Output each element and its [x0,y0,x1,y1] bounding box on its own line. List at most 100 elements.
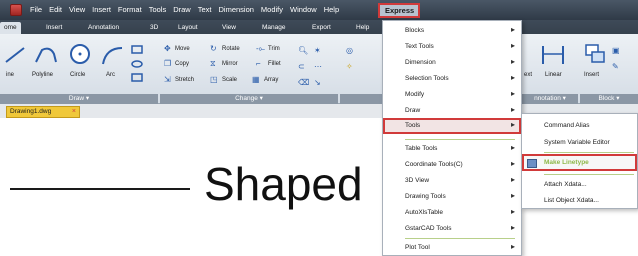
insert-block-icon[interactable] [584,42,606,66]
draw-shapes-icon[interactable] [130,44,144,84]
express-item-label: Plot Tool [405,244,430,251]
linetype-icon [527,159,537,168]
rotate-label[interactable]: Rotate [222,46,240,52]
application-button[interactable] [10,4,22,16]
express-item-dimension[interactable]: Dimension ▸ [383,55,521,71]
menu-edit[interactable]: Edit [49,5,62,15]
submenu-arrow-icon: ▸ [510,25,515,34]
tab-help[interactable]: Help [356,22,369,34]
menu-window[interactable]: Window [290,5,317,15]
draw-panel-title[interactable]: Draw ▾ [0,94,158,104]
express-item-label: Text Tools [405,43,434,50]
break-icon[interactable]: ⋯ [314,62,322,71]
layer-icon[interactable]: ◎ [346,46,353,55]
tab-insert[interactable]: Insert [46,22,62,34]
scale-label[interactable]: Scale [222,77,237,83]
tab-3d[interactable]: 3D [150,22,158,34]
express-item-label: Selection Tools [405,75,449,82]
fillet-label[interactable]: Fillet [268,61,281,67]
text-label[interactable]: ext [524,72,532,78]
layers-panel-title[interactable] [340,94,382,104]
submenu-item-attach-xdata[interactable]: Attach Xdata... [522,176,637,193]
linear-dimension-icon[interactable] [540,42,566,66]
menu-dimension[interactable]: Dimension [218,5,253,15]
submenu-item-list-object-xdata[interactable]: List Object Xdata... [522,192,637,209]
ribbon: ine Polyline Circle Arc Draw ▾ ✥ Move ↻ … [0,34,638,104]
tab-home[interactable]: ome [0,22,21,34]
submenu-arrow-icon: ▸ [510,57,515,66]
zoom-icon[interactable]: 🔍︎ [298,46,308,55]
express-item-text-tools[interactable]: Text Tools ▸ [383,39,521,55]
submenu-item-label: List Object Xdata... [544,197,599,204]
arc-icon[interactable] [100,44,124,66]
menu-draw[interactable]: Draw [173,5,191,15]
annotation-panel-title[interactable]: nnotation ▾ [522,94,578,104]
close-icon[interactable]: × [72,107,76,117]
arc-label: Arc [106,72,115,78]
submenu-item-label: Make Linetype [544,159,589,166]
menu-separator [405,238,515,239]
layer-state-icon[interactable]: ✧ [346,62,353,71]
express-item-label: Table Tools [405,145,438,152]
menu-file[interactable]: File [30,5,42,15]
line-icon[interactable] [4,44,26,66]
menu-help[interactable]: Help [324,5,339,15]
submenu-arrow-icon: ▸ [510,143,515,152]
change-panel-title[interactable]: Change ▾ [160,94,338,104]
menu-view[interactable]: View [69,5,85,15]
express-item-draw[interactable]: Draw ▸ [383,103,521,119]
erase-icon[interactable]: ⌫ [298,78,309,87]
express-item-coordinate-tools[interactable]: Coordinate Tools(C) ▸ [383,157,521,173]
move-label[interactable]: Move [175,46,190,52]
submenu-item-system-variable-editor[interactable]: System Variable Editor [522,134,637,151]
express-item-gstarcad-tools[interactable]: GstarCAD Tools ▸ [383,221,521,237]
menu-modify[interactable]: Modify [261,5,283,15]
express-item-modify[interactable]: Modify ▸ [383,87,521,103]
edit-block-icon[interactable]: ✎ [612,62,619,71]
express-item-plot-tool[interactable]: Plot Tool ▸ [383,240,521,256]
explode-icon[interactable]: ✶ [314,46,321,55]
express-item-label: GstarCAD Tools [405,225,452,232]
block-panel-title[interactable]: Block ▾ [580,94,638,104]
block-panel-title-label: Block [598,95,615,102]
submenu-arrow-icon: ▸ [510,223,515,232]
express-item-autoxlstable[interactable]: AutoXlsTable ▸ [383,205,521,221]
menu-format[interactable]: Format [118,5,142,15]
stretch-label[interactable]: Stretch [175,77,194,83]
submenu-arrow-icon: ▸ [510,120,515,129]
join-icon[interactable]: ↘ [314,78,321,87]
offset-icon[interactable]: ⊂ [298,62,305,71]
express-item-drawing-tools[interactable]: Drawing Tools ▸ [383,189,521,205]
tab-view[interactable]: View [222,22,236,34]
menu-tools[interactable]: Tools [149,5,167,15]
express-item-table-tools[interactable]: Table Tools ▸ [383,141,521,157]
document-tab[interactable]: Drawing1.dwg × [6,106,80,118]
submenu-arrow-icon: ▸ [510,191,515,200]
array-label[interactable]: Array [264,77,278,83]
drawing-text[interactable]: Shaped [204,156,363,212]
express-item-tools[interactable]: Tools ▸ [383,118,521,134]
circle-label: Circle [70,72,86,78]
tab-annotation[interactable]: Annotation [88,22,119,34]
trim-label[interactable]: Trim [268,46,280,52]
submenu-arrow-icon: ▸ [510,207,515,216]
drawn-line[interactable] [10,188,190,190]
copy-label[interactable]: Copy [175,61,189,67]
menu-insert[interactable]: Insert [92,5,111,15]
menu-text[interactable]: Text [198,5,212,15]
menu-express[interactable]: Express [378,3,420,18]
express-item-selection-tools[interactable]: Selection Tools ▸ [383,71,521,87]
tab-manage[interactable]: Manage [262,22,286,34]
submenu-item-label: Attach Xdata... [544,181,587,188]
annotation-panel-title-label: nnotation [534,95,561,102]
create-block-icon[interactable]: ▣ [612,46,620,55]
tab-layout[interactable]: Layout [178,22,198,34]
mirror-label[interactable]: Mirror [222,61,238,67]
tab-export[interactable]: Export [312,22,331,34]
submenu-item-make-linetype[interactable]: Make Linetype [522,154,637,171]
polyline-icon[interactable] [34,44,58,66]
circle-icon[interactable] [68,42,92,66]
submenu-item-command-alias[interactable]: Command Alias [522,117,637,134]
express-item-3d-view[interactable]: 3D View ▸ [383,173,521,189]
express-item-blocks[interactable]: Blocks ▸ [383,23,521,39]
